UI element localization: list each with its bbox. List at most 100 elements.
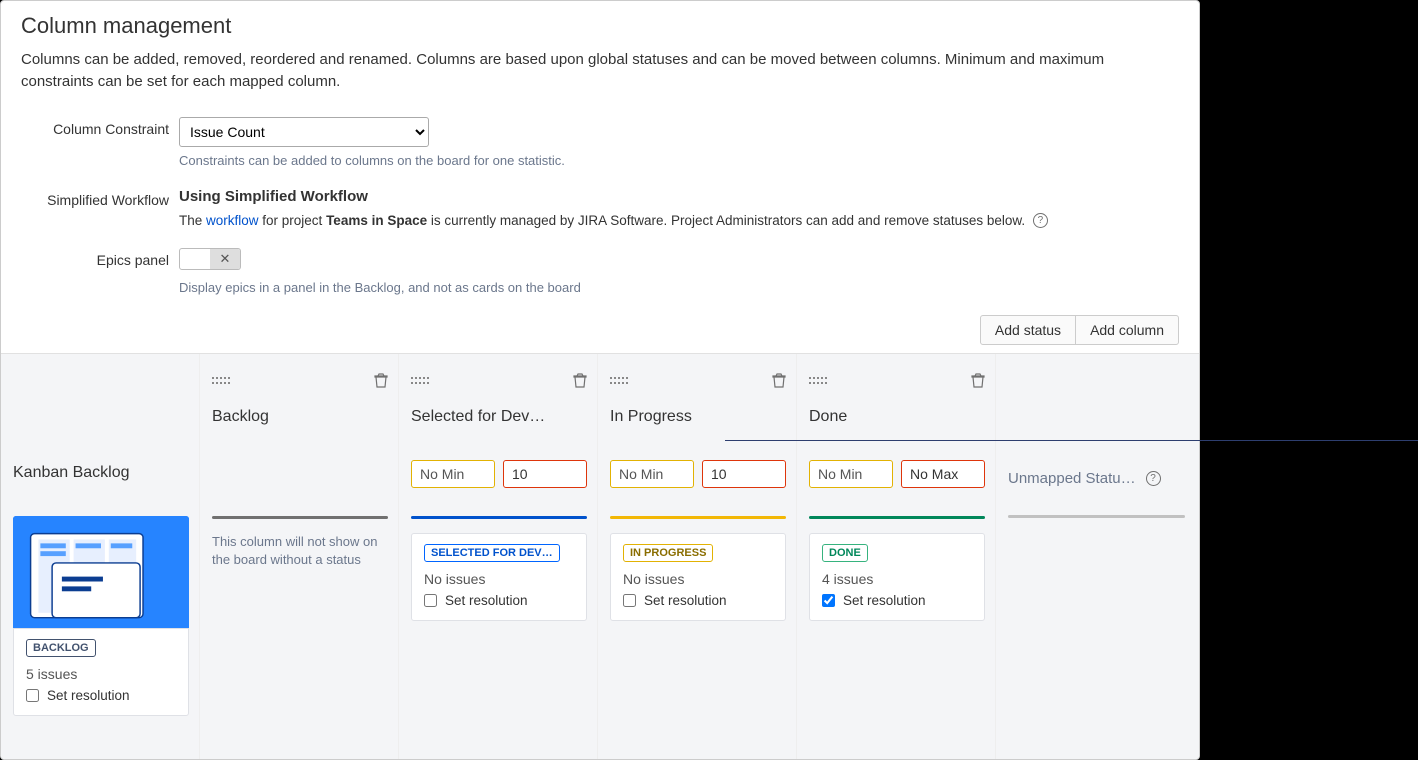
- column-toolbar: Add status Add column: [1, 315, 1199, 353]
- kanban-backlog-column: Kanban Backlog: [1, 354, 200, 760]
- column-backlog-note: This column will not show on the board w…: [212, 533, 388, 568]
- column-selected-resolution-checkbox[interactable]: [424, 594, 437, 607]
- column-inprogress-issue-count: No issues: [623, 571, 773, 587]
- add-button-group: Add status Add column: [980, 315, 1179, 345]
- column-selected-for-dev: Selected for Dev… No Min 10 SELECTED FOR…: [399, 354, 598, 760]
- unmapped-title-text: Unmapped Statu…: [1008, 470, 1136, 487]
- epics-panel-help: Display epics in a panel in the Backlog,…: [179, 280, 1179, 295]
- column-done-underline: [809, 516, 985, 519]
- min-input[interactable]: No Min: [809, 460, 893, 488]
- column-done-resolution-label: Set resolution: [843, 593, 926, 608]
- trash-icon[interactable]: [374, 372, 388, 388]
- column-inprogress-resolution-checkbox[interactable]: [623, 594, 636, 607]
- simplified-workflow-field: Using Simplified Workflow The workflow f…: [179, 188, 1179, 229]
- max-input[interactable]: 10: [702, 460, 786, 488]
- column-in-progress: In Progress No Min 10 IN PROGRESS No iss…: [598, 354, 797, 760]
- kanban-backlog-title: Kanban Backlog: [13, 464, 189, 486]
- epics-panel-toggle[interactable]: ✕: [179, 248, 241, 270]
- workflow-link[interactable]: workflow: [206, 213, 259, 228]
- column-selected-title[interactable]: Selected for Dev…: [411, 408, 587, 430]
- kanban-backlog-resolution-row: Set resolution: [26, 688, 176, 703]
- workflow-status-text: Using Simplified Workflow: [179, 188, 1179, 205]
- column-backlog-top: [212, 370, 388, 390]
- status-lozenge-done: DONE: [822, 544, 868, 562]
- workflow-desc-prefix: The: [179, 213, 206, 228]
- page-title: Column management: [21, 13, 1179, 39]
- unmapped-underline: [1008, 515, 1185, 518]
- column-inprogress-underline: [610, 516, 786, 519]
- extension-line: [725, 440, 1418, 441]
- min-input[interactable]: No Min: [411, 460, 495, 488]
- max-input[interactable]: No Max: [901, 460, 985, 488]
- column-inprogress-status-card[interactable]: IN PROGRESS No issues Set resolution: [610, 533, 786, 621]
- trash-icon[interactable]: [573, 372, 587, 388]
- kanban-illustration: [13, 516, 189, 628]
- column-constraint-help: Constraints can be added to columns on t…: [179, 153, 1179, 168]
- column-backlog: Backlog This column will not show on the…: [200, 354, 399, 760]
- board-area: Kanban Backlog: [1, 353, 1199, 760]
- column-constraint-label: Column Constraint: [21, 117, 179, 137]
- status-lozenge-backlog: BACKLOG: [26, 639, 96, 657]
- epics-panel-row: Epics panel ✕ Display epics in a panel i…: [21, 248, 1179, 295]
- column-inprogress-top: [610, 370, 786, 390]
- column-inprogress-title[interactable]: In Progress: [610, 408, 786, 430]
- toggle-off: ✕: [210, 249, 240, 269]
- column-constraint-field: Issue Count Constraints can be added to …: [179, 117, 1179, 168]
- column-constraint-row: Column Constraint Issue Count Constraint…: [21, 117, 1179, 168]
- unmapped-title: Unmapped Statu… ?: [1008, 470, 1185, 487]
- add-status-button[interactable]: Add status: [980, 315, 1076, 345]
- page-description: Columns can be added, removed, reordered…: [21, 49, 1179, 93]
- workflow-desc-suffix: is currently managed by JIRA Software. P…: [427, 213, 1025, 228]
- column-done-title[interactable]: Done: [809, 408, 985, 430]
- simplified-workflow-row: Simplified Workflow Using Simplified Wor…: [21, 188, 1179, 229]
- toggle-on: [180, 249, 210, 269]
- column-done-constraints: No Min No Max: [809, 460, 985, 488]
- content-area: Column management Columns can be added, …: [1, 1, 1199, 295]
- unmapped-statuses-column: Unmapped Statu… ?: [996, 354, 1195, 760]
- column-selected-resolution-row: Set resolution: [424, 593, 574, 608]
- kanban-backlog-resolution-checkbox[interactable]: [26, 689, 39, 702]
- column-backlog-underline: [212, 516, 388, 519]
- drag-handle-icon[interactable]: [610, 375, 628, 385]
- workflow-description: The workflow for project Teams in Space …: [179, 213, 1179, 229]
- kanban-backlog-resolution-label: Set resolution: [47, 688, 130, 703]
- column-done: Done No Min No Max DONE 4 issues Set res…: [797, 354, 996, 760]
- column-selected-constraints: No Min 10: [411, 460, 587, 488]
- column-done-top: [809, 370, 985, 390]
- max-input[interactable]: 10: [503, 460, 587, 488]
- drag-handle-icon[interactable]: [809, 375, 827, 385]
- status-lozenge-inprogress: IN PROGRESS: [623, 544, 713, 562]
- column-done-resolution-checkbox[interactable]: [822, 594, 835, 607]
- column-inprogress-resolution-label: Set resolution: [644, 593, 727, 608]
- drag-handle-icon[interactable]: [212, 375, 230, 385]
- column-selected-top: [411, 370, 587, 390]
- column-done-status-card[interactable]: DONE 4 issues Set resolution: [809, 533, 985, 621]
- column-selected-resolution-label: Set resolution: [445, 593, 528, 608]
- epics-panel-label: Epics panel: [21, 248, 179, 268]
- column-backlog-title[interactable]: Backlog: [212, 408, 388, 430]
- add-column-button[interactable]: Add column: [1075, 315, 1179, 345]
- trash-icon[interactable]: [971, 372, 985, 388]
- min-input[interactable]: No Min: [610, 460, 694, 488]
- workflow-desc-mid: for project: [259, 213, 327, 228]
- status-lozenge-selected: SELECTED FOR DEV…: [424, 544, 560, 562]
- column-selected-issue-count: No issues: [424, 571, 574, 587]
- help-icon[interactable]: ?: [1146, 471, 1161, 486]
- kanban-backlog-status-card[interactable]: BACKLOG 5 issues Set resolution: [13, 628, 189, 716]
- column-inprogress-resolution-row: Set resolution: [623, 593, 773, 608]
- close-icon: ✕: [220, 251, 231, 267]
- epics-panel-field: ✕ Display epics in a panel in the Backlo…: [179, 248, 1179, 295]
- simplified-workflow-label: Simplified Workflow: [21, 188, 179, 208]
- workflow-project-name: Teams in Space: [326, 213, 427, 228]
- column-inprogress-constraints: No Min 10: [610, 460, 786, 488]
- kanban-backlog-issue-count: 5 issues: [26, 666, 176, 682]
- column-selected-underline: [411, 516, 587, 519]
- help-icon[interactable]: ?: [1033, 213, 1048, 228]
- column-done-issue-count: 4 issues: [822, 571, 972, 587]
- column-selected-status-card[interactable]: SELECTED FOR DEV… No issues Set resoluti…: [411, 533, 587, 621]
- app-frame: Column management Columns can be added, …: [0, 0, 1200, 760]
- drag-handle-icon[interactable]: [411, 375, 429, 385]
- column-done-resolution-row: Set resolution: [822, 593, 972, 608]
- trash-icon[interactable]: [772, 372, 786, 388]
- column-constraint-select[interactable]: Issue Count: [179, 117, 429, 147]
